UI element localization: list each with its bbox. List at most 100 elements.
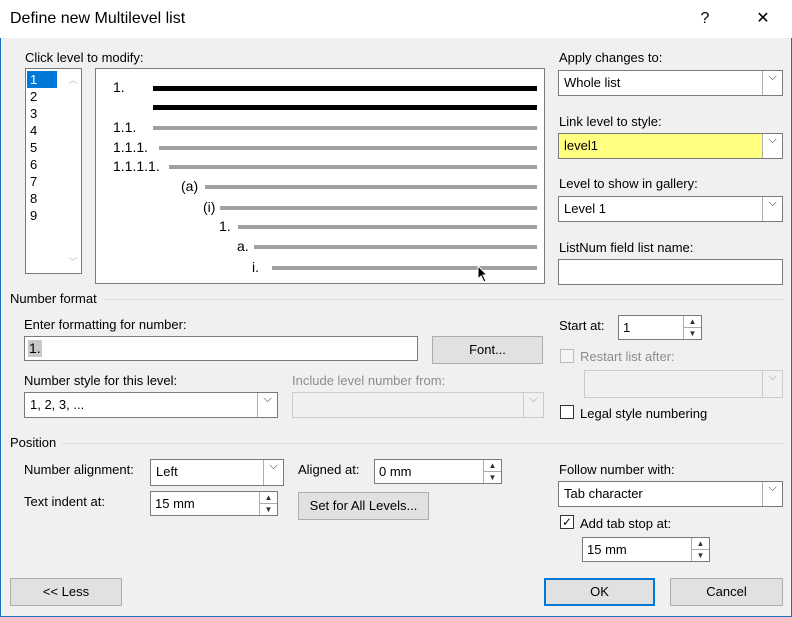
preview-line (238, 225, 537, 229)
spinner-buttons[interactable]: ▲ ▼ (683, 316, 701, 339)
preview-number-1: 1. (113, 79, 125, 95)
position-section-label: Position (10, 435, 57, 450)
section-divider (62, 443, 783, 444)
legal-style-checkbox[interactable] (560, 405, 574, 419)
mouse-cursor-icon (477, 265, 489, 283)
preview-number-9: i. (252, 259, 259, 275)
level-item-7[interactable]: 7 (27, 173, 57, 190)
set-all-levels-button[interactable]: Set for All Levels... (298, 492, 429, 520)
preview-line (272, 266, 537, 270)
less-button[interactable]: << Less (10, 578, 122, 606)
chevron-down-icon: ⌵ (762, 371, 782, 397)
spin-up-icon[interactable]: ▲ (484, 460, 501, 472)
chevron-down-icon: ⌵ (523, 393, 543, 417)
preview-line (153, 126, 537, 130)
level-item-1[interactable]: 1 (27, 71, 57, 88)
listnum-label: ListNum field list name: (559, 240, 694, 255)
add-tab-stop-checkbox[interactable]: ✓ (560, 515, 574, 529)
restart-list-checkbox[interactable] (560, 349, 574, 363)
include-level-dropdown[interactable]: ⌵ (292, 392, 544, 418)
link-style-value: level1 (564, 138, 598, 153)
follow-number-dropdown[interactable]: Tab character ⌵ (558, 481, 783, 507)
ok-button[interactable]: OK (544, 578, 655, 606)
enter-format-label: Enter formatting for number: (24, 317, 187, 332)
gallery-level-dropdown[interactable]: Level 1 ⌵ (558, 196, 783, 222)
listnum-input[interactable] (558, 259, 783, 285)
level-item-9[interactable]: 9 (27, 207, 57, 224)
close-icon: ✕ (756, 10, 770, 27)
level-item-6[interactable]: 6 (27, 156, 57, 173)
scroll-down-icon[interactable]: ﹀ (66, 255, 80, 269)
alignment-dropdown[interactable]: Left ⌵ (150, 459, 284, 486)
preview-line (220, 206, 537, 210)
cancel-button[interactable]: Cancel (670, 578, 783, 606)
preview-number-5: (a) (181, 178, 199, 194)
spin-up-icon[interactable]: ▲ (260, 492, 277, 504)
link-style-label: Link level to style: (559, 114, 662, 129)
alignment-label: Number alignment: (24, 462, 134, 477)
preview-number-3: 1.1.1. (113, 139, 149, 155)
number-style-dropdown[interactable]: 1, 2, 3, ... ⌵ (24, 392, 278, 418)
text-indent-label: Text indent at: (24, 494, 105, 509)
aligned-at-spinner[interactable]: 0 mm ▲ ▼ (374, 459, 502, 484)
preview-number-4: 1.1.1.1. (113, 158, 160, 174)
list-preview: 1. 1.1. 1.1.1. 1.1.1.1. (a) (i) 1. a. i. (95, 68, 545, 284)
preview-number-7: 1. (219, 218, 231, 234)
start-at-label: Start at: (559, 318, 605, 333)
level-item-4[interactable]: 4 (27, 122, 57, 139)
text-indent-spinner[interactable]: 15 mm ▲ ▼ (150, 491, 278, 516)
level-item-2[interactable]: 2 (27, 88, 57, 105)
spin-down-icon[interactable]: ▼ (692, 550, 709, 562)
font-button[interactable]: Font... (432, 336, 543, 364)
preview-number-2: 1.1. (113, 119, 137, 135)
number-format-input[interactable]: 1. (24, 336, 418, 361)
spin-down-icon[interactable]: ▼ (484, 472, 501, 484)
spin-up-icon[interactable]: ▲ (684, 316, 701, 328)
chevron-down-icon: ⌵ (257, 393, 277, 417)
spinner-buttons[interactable]: ▲ ▼ (483, 460, 501, 483)
section-divider (105, 299, 783, 300)
gallery-level-value: Level 1 (564, 201, 606, 216)
aligned-at-label: Aligned at: (298, 462, 360, 477)
level-item-5[interactable]: 5 (27, 139, 57, 156)
spin-down-icon[interactable]: ▼ (684, 328, 701, 340)
checkmark-icon: ✓ (561, 515, 573, 529)
add-tab-stop-label: Add tab stop at: (580, 516, 672, 531)
aligned-at-value: 0 mm (379, 464, 412, 479)
restart-list-dropdown[interactable]: ⌵ (584, 370, 783, 398)
preview-number-8: a. (237, 238, 249, 254)
spin-up-icon[interactable]: ▲ (692, 538, 709, 550)
include-level-label: Include level number from: (292, 373, 446, 388)
level-item-8[interactable]: 8 (27, 190, 57, 207)
number-format-value: 1. (28, 340, 42, 357)
spinner-buttons[interactable]: ▲ ▼ (691, 538, 709, 561)
chevron-down-icon: ⌵ (263, 460, 283, 485)
apply-changes-value: Whole list (564, 75, 621, 90)
number-format-section-label: Number format (10, 291, 97, 306)
chevron-down-icon: ⌵ (762, 197, 782, 221)
start-at-spinner[interactable]: 1 ▲ ▼ (618, 315, 702, 340)
level-listbox[interactable]: 1 2 3 4 5 6 7 8 9 ︿ ﹀ (25, 68, 82, 274)
scroll-up-icon[interactable]: ︿ (66, 73, 80, 85)
number-style-value: 1, 2, 3, ... (30, 397, 85, 412)
level-list-label: Click level to modify: (25, 50, 144, 65)
apply-changes-dropdown[interactable]: Whole list ⌵ (558, 70, 783, 96)
help-button[interactable]: ? (682, 0, 728, 38)
spin-down-icon[interactable]: ▼ (260, 504, 277, 516)
chevron-down-icon: ⌵ (762, 482, 782, 506)
tab-stop-spinner[interactable]: 15 mm ▲ ▼ (582, 537, 710, 562)
preview-line (153, 86, 537, 91)
preview-line (153, 105, 537, 110)
close-button[interactable]: ✕ (740, 0, 786, 38)
spinner-buttons[interactable]: ▲ ▼ (259, 492, 277, 515)
preview-line (254, 245, 537, 249)
number-style-label: Number style for this level: (24, 373, 178, 388)
legal-style-label: Legal style numbering (580, 406, 708, 421)
level-item-3[interactable]: 3 (27, 105, 57, 122)
follow-number-value: Tab character (564, 486, 643, 501)
chevron-down-icon: ⌵ (762, 71, 782, 95)
preview-number-6: (i) (203, 199, 216, 215)
dialog-title: Define new Multilevel list (10, 10, 186, 27)
chevron-down-icon: ⌵ (762, 134, 782, 158)
link-style-dropdown[interactable]: level1 ⌵ (558, 133, 783, 159)
